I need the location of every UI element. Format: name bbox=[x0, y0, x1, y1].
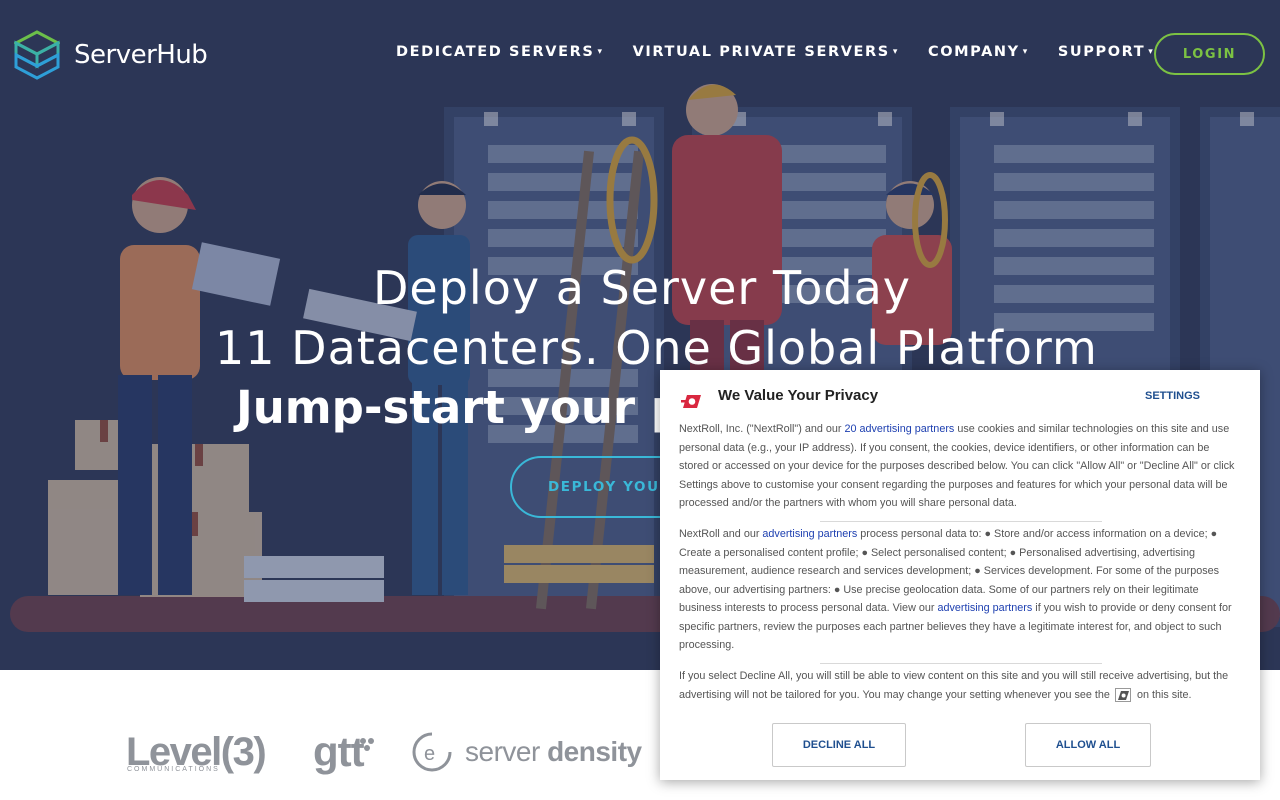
login-button[interactable]: LOGIN bbox=[1154, 33, 1265, 75]
server-density-logo: server density bbox=[465, 736, 642, 768]
stacked-cubes-icon bbox=[14, 30, 60, 80]
cookie-text: use cookies and similar technologies on … bbox=[679, 423, 1235, 509]
advertising-partners-link[interactable]: advertising partners bbox=[762, 528, 857, 540]
nav-dedicated-servers[interactable]: DEDICATED SERVERS ▾ bbox=[396, 44, 604, 60]
nav-support[interactable]: SUPPORT ▾ bbox=[1058, 44, 1155, 60]
privacy-settings-icon[interactable] bbox=[1114, 687, 1131, 702]
main-nav: DEDICATED SERVERS ▾ VIRTUAL PRIVATE SERV… bbox=[396, 44, 1183, 60]
hero-title: Deploy a Server Today bbox=[373, 261, 912, 315]
gtt-dots-icon bbox=[360, 738, 374, 751]
nav-virtual-private-servers[interactable]: VIRTUAL PRIVATE SERVERS ▾ bbox=[633, 44, 899, 60]
nextroll-logo-icon bbox=[681, 395, 701, 408]
gtt-logo: gtt bbox=[313, 728, 365, 775]
allow-all-button[interactable]: ALLOW ALL bbox=[1025, 723, 1151, 767]
svg-text:e: e bbox=[424, 743, 435, 765]
chevron-down-icon: ▾ bbox=[1022, 47, 1029, 57]
nav-label: SUPPORT bbox=[1057, 44, 1146, 60]
site-header: ServerHub DEDICATED SERVERS ▾ VIRTUAL PR… bbox=[0, 0, 1280, 108]
cookie-paragraph-2: NextRoll and our advertising partners pr… bbox=[679, 525, 1241, 655]
divider bbox=[820, 663, 1102, 664]
server-density-light: server bbox=[465, 736, 540, 767]
hero-tagline: Jump-start your p bbox=[236, 381, 683, 434]
cookie-settings-link[interactable]: SETTINGS bbox=[1145, 390, 1200, 402]
cookie-text: NextRoll and our bbox=[679, 528, 763, 540]
cookie-text: on this site. bbox=[1136, 688, 1192, 701]
advertising-partners-count-link[interactable]: 20 advertising partners bbox=[844, 423, 954, 435]
advertising-partners-link[interactable]: advertising partners bbox=[937, 602, 1032, 614]
nav-label: DEDICATED SERVERS bbox=[396, 44, 595, 60]
cookie-paragraph-1: NextRoll, Inc. ("NextRoll") and our 20 a… bbox=[679, 420, 1241, 513]
cookie-text: NextRoll, Inc. ("NextRoll") and our bbox=[679, 423, 845, 435]
cookie-title: We Value Your Privacy bbox=[718, 387, 879, 404]
brand-logo[interactable]: ServerHub bbox=[14, 30, 208, 80]
cookie-paragraph-3: If you select Decline All, you will stil… bbox=[679, 667, 1241, 704]
nav-label: COMPANY bbox=[927, 44, 1020, 60]
nav-label: VIRTUAL PRIVATE SERVERS bbox=[632, 44, 890, 60]
divider bbox=[820, 521, 1102, 522]
decline-all-button[interactable]: DECLINE ALL bbox=[772, 723, 906, 767]
chevron-down-icon: ▾ bbox=[892, 47, 899, 57]
chevron-down-icon: ▾ bbox=[597, 47, 604, 57]
server-density-bold: density bbox=[547, 736, 642, 767]
server-density-icon: e bbox=[412, 732, 452, 772]
brand-name: ServerHub bbox=[74, 40, 208, 70]
cookie-consent-dialog: We Value Your Privacy SETTINGS NextRoll,… bbox=[660, 370, 1260, 780]
hero-subtitle: 11 Datacenters. One Global Platform bbox=[215, 321, 1098, 375]
level3-logo-subtext: COMMUNICATIONS bbox=[127, 766, 220, 773]
nav-company[interactable]: COMPANY ▾ bbox=[928, 44, 1029, 60]
